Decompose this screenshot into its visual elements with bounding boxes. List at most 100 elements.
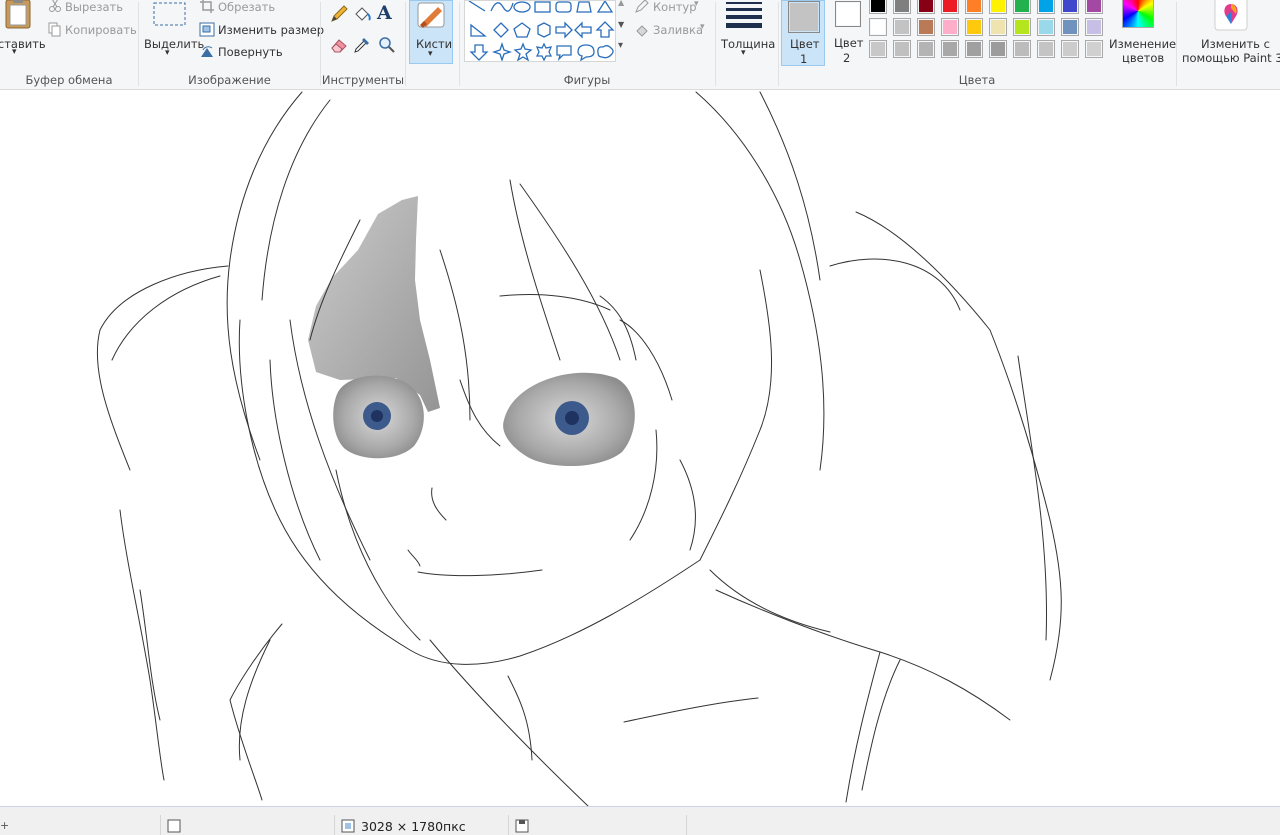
palette-swatch-color <box>1087 0 1101 12</box>
color-picker-icon[interactable] <box>352 35 372 55</box>
triangle-shape-icon <box>596 0 614 13</box>
pencil-icon[interactable] <box>329 4 349 24</box>
save-icon <box>515 819 529 833</box>
palette-swatch[interactable] <box>1061 0 1079 14</box>
palette-swatch[interactable] <box>941 0 959 14</box>
status-divider <box>508 815 509 835</box>
palette-swatch[interactable] <box>989 40 1007 58</box>
palette-swatch[interactable] <box>1037 18 1055 36</box>
palette-swatch-color <box>1039 20 1053 34</box>
scissors-icon <box>49 0 61 12</box>
fill-bucket-icon[interactable] <box>352 4 372 24</box>
up-arrow-shape-icon <box>595 21 615 38</box>
color2-swatch <box>835 1 861 27</box>
palette-swatch-color <box>871 42 885 56</box>
palette-swatch[interactable] <box>893 0 911 14</box>
curve-shape-icon <box>490 2 514 12</box>
drawing-canvas[interactable] <box>0 90 1280 807</box>
polygon-shape-icon <box>576 1 592 13</box>
diamond-shape-icon <box>493 22 509 38</box>
group-divider <box>405 2 406 86</box>
crop-icon <box>200 0 214 13</box>
magnifier-icon[interactable] <box>377 35 397 55</box>
palette-swatch-color <box>943 0 957 12</box>
palette-swatch[interactable] <box>1085 0 1103 14</box>
line-shape-icon <box>468 0 486 12</box>
paint3d-icon <box>1214 0 1248 31</box>
palette-swatch[interactable] <box>869 18 887 36</box>
paint3d-label-2: помощью Paint 3D <box>1182 51 1280 65</box>
paint3d-button[interactable]: Изменить с помощью Paint 3D <box>1178 0 1280 70</box>
select-button[interactable]: Выделить ▾ <box>143 0 204 62</box>
edit-colors-button[interactable]: Изменение цветов <box>1107 0 1176 66</box>
palette-swatch[interactable] <box>1037 40 1055 58</box>
palette-swatch[interactable] <box>965 18 983 36</box>
palette-swatch-color <box>1063 42 1077 56</box>
paste-button[interactable]: Вставить ▾ <box>0 0 46 62</box>
status-bar: + 3028 × 1780пкс <box>0 806 1280 835</box>
palette-swatch[interactable] <box>941 18 959 36</box>
six-point-star-shape-icon <box>535 42 553 62</box>
outline-pen-icon <box>635 0 649 13</box>
palette-swatch-color <box>943 20 957 34</box>
fill-label: Заливка <box>653 23 704 37</box>
palette-swatch[interactable] <box>965 0 983 14</box>
color-palette <box>869 0 1109 66</box>
palette-swatch[interactable] <box>1013 0 1031 14</box>
palette-swatch[interactable] <box>1037 0 1055 14</box>
sketch-drawing <box>96 91 1062 807</box>
palette-swatch[interactable] <box>917 0 935 14</box>
shapes-group-label: Фигуры <box>563 73 611 87</box>
palette-swatch-color <box>1087 42 1101 56</box>
palette-swatch-color <box>1063 20 1077 34</box>
palette-swatch-color <box>1039 42 1053 56</box>
thickness-button[interactable]: Толщина ▾ <box>718 0 775 64</box>
palette-swatch-color <box>943 42 957 56</box>
palette-swatch[interactable] <box>1061 18 1079 36</box>
palette-swatch-color <box>967 20 981 34</box>
eraser-icon[interactable] <box>329 35 349 55</box>
brushes-label: Кисти <box>416 37 453 51</box>
crop-label: Обрезать <box>218 0 276 14</box>
palette-swatch[interactable] <box>1085 18 1103 36</box>
palette-swatch[interactable] <box>917 18 935 36</box>
color1-label: Цвет <box>790 37 820 51</box>
color2-button[interactable]: Цвет 2 <box>829 0 869 66</box>
palette-swatch[interactable] <box>1061 40 1079 58</box>
palette-swatch[interactable] <box>989 18 1007 36</box>
palette-swatch[interactable] <box>869 40 887 58</box>
scroll-up-icon[interactable]: ▲ <box>618 0 624 7</box>
color1-fill <box>790 3 818 31</box>
status-divider <box>160 815 161 835</box>
shapes-scroll[interactable]: ▲ ▼ ▾ <box>616 0 628 60</box>
palette-swatch[interactable] <box>989 0 1007 14</box>
palette-swatch[interactable] <box>1013 40 1031 58</box>
status-divider <box>334 815 335 835</box>
brushes-button[interactable]: Кисти ▾ <box>409 0 453 64</box>
color1-button[interactable]: Цвет 1 <box>781 0 825 66</box>
palette-swatch[interactable] <box>893 18 911 36</box>
fill-icon <box>636 25 648 37</box>
tools-group: A Инструменты <box>321 0 405 89</box>
down-arrow-shape-icon <box>469 44 489 61</box>
palette-swatch[interactable] <box>893 40 911 58</box>
edit-colors-label-2: цветов <box>1122 51 1165 65</box>
copy-label: Копировать <box>65 23 137 37</box>
pentagon-shape-icon <box>513 22 531 38</box>
paint3d-label-1: Изменить с <box>1201 37 1270 51</box>
text-icon[interactable]: A <box>377 2 392 24</box>
scroll-down-icon[interactable]: ▼ <box>618 20 624 29</box>
palette-swatch[interactable] <box>1013 18 1031 36</box>
outline-label: Контур <box>653 0 697 14</box>
palette-swatch[interactable] <box>941 40 959 58</box>
palette-swatch-color <box>1063 0 1077 12</box>
chevron-down-icon: ▾ <box>700 22 705 32</box>
gallery-expand-icon[interactable]: ▾ <box>618 40 623 51</box>
palette-swatch-color <box>1015 20 1029 34</box>
palette-swatch[interactable] <box>1085 40 1103 58</box>
palette-swatch[interactable] <box>869 0 887 14</box>
palette-swatch[interactable] <box>917 40 935 58</box>
rectangle-shape-icon <box>534 1 551 13</box>
palette-swatch[interactable] <box>965 40 983 58</box>
rotate-icon <box>201 46 213 57</box>
